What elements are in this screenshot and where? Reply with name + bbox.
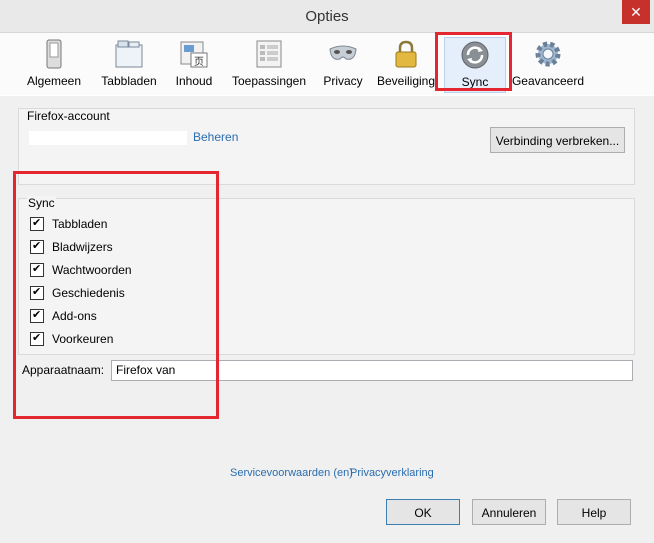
tab-geavanceerd[interactable]: Geavanceerd (510, 37, 586, 91)
tab-algemeen-label: Algemeen (26, 74, 82, 88)
tab-tabbladen-label: Tabbladen (101, 74, 157, 88)
privacy-mask-icon (329, 45, 357, 60)
tab-beveiliging[interactable]: Beveiliging (376, 37, 436, 91)
title-bar: Opties ✕ (0, 0, 654, 33)
content-icon: 页 (180, 41, 208, 68)
tab-algemeen[interactable]: Algemeen (18, 37, 90, 91)
close-button[interactable]: ✕ (622, 0, 650, 24)
svg-text:页: 页 (194, 56, 204, 68)
sync-options-highlight (13, 171, 219, 419)
general-switch-icon (46, 39, 62, 69)
applications-icon (256, 40, 282, 68)
tab-toepassingen[interactable]: Toepassingen (226, 37, 312, 91)
account-section-label: Firefox-account (27, 109, 110, 123)
tab-tabbladen[interactable]: Tabbladen (94, 37, 164, 91)
ok-button[interactable]: OK (386, 499, 460, 525)
preferences-toolbar: Algemeen Tabbladen 页 Inhoud Toepassingen (0, 33, 654, 95)
content-pane: Firefox-account Beheren Verbinding verbr… (0, 96, 654, 543)
tabs-icon (115, 40, 143, 68)
manage-account-link[interactable]: Beheren (193, 130, 238, 144)
redacted-account-email (29, 131, 187, 145)
tab-inhoud-label: Inhoud (175, 74, 213, 88)
tab-geavanceerd-label: Geavanceerd (511, 74, 585, 88)
privacy-notice-link[interactable]: Privacyverklaring (350, 467, 434, 479)
terms-of-service-link[interactable]: Servicevoorwaarden (en) (230, 467, 353, 479)
help-button[interactable]: Help (557, 499, 631, 525)
window-title: Opties (305, 8, 349, 25)
disconnect-button[interactable]: Verbinding verbreken... (490, 127, 625, 153)
sync-tab-highlight (435, 32, 512, 91)
tab-privacy-label: Privacy (323, 74, 363, 88)
tab-toepassingen-label: Toepassingen (231, 74, 307, 88)
cancel-button[interactable]: Annuleren (472, 499, 546, 525)
advanced-gear-icon (535, 41, 561, 67)
security-lock-icon (395, 40, 417, 68)
tab-beveiliging-label: Beveiliging (376, 74, 436, 88)
tab-inhoud[interactable]: 页 Inhoud (168, 37, 220, 91)
tab-privacy[interactable]: Privacy (316, 37, 370, 91)
